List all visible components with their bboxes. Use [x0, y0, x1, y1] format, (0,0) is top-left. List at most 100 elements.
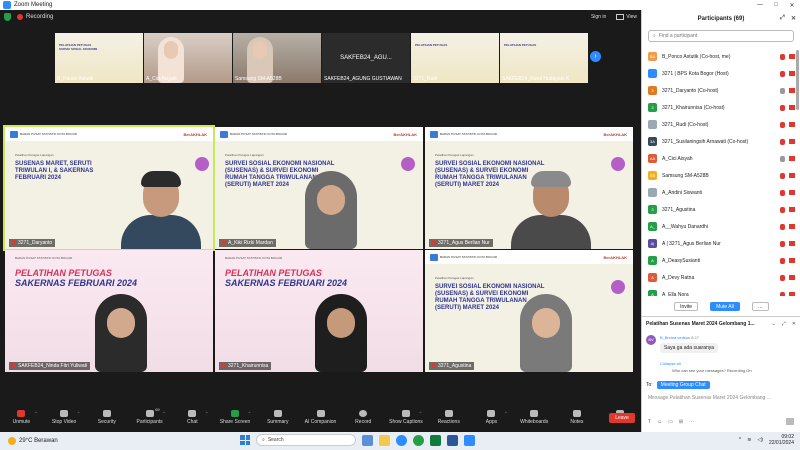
thumbnail-tile[interactable]: PELATIHAN PETUGAS 3271_Rudi: [411, 33, 499, 83]
slide-header: BADAN PUSAT STATISTIK KOTA BOGOR BerAKHL…: [215, 127, 423, 141]
maximize-button[interactable]: □: [768, 2, 784, 9]
participant-row[interactable]: 3 3271_Khairunnisa (Co-host): [642, 99, 800, 116]
slide-subtitle: Pelatihan Petugas Lapangan: [435, 153, 474, 157]
who-can-see-link[interactable]: Who can see your messages? Recording On: [672, 368, 752, 373]
participant-avatar: AA: [648, 154, 657, 163]
muted-mic-icon: [780, 172, 785, 179]
word-icon[interactable]: [447, 434, 458, 446]
pop-out-icon[interactable]: ⤢: [780, 15, 785, 22]
participants-scrollbar[interactable]: [796, 50, 799, 110]
video-tile[interactable]: BADAN PUSAT STATISTIK KOTA BOGOR PELATIH…: [215, 250, 423, 372]
next-page-button[interactable]: ›: [590, 51, 601, 62]
chevron-up-icon[interactable]: ^: [739, 437, 741, 443]
encryption-shield-icon[interactable]: [4, 13, 11, 21]
show-captions-button[interactable]: Show Captions ^: [385, 405, 428, 429]
windows-start-icon[interactable]: [240, 435, 250, 445]
video-tile[interactable]: BADAN PUSAT STATISTIK KOTA BOGOR BerAKHL…: [425, 250, 633, 372]
thumbnail-tile[interactable]: SAKFEB24_AGU... SAKFEB24_AGUNG GUSTIAWAN: [322, 33, 410, 83]
participant-search-input[interactable]: ⌕ Find a participant: [648, 30, 794, 42]
clock[interactable]: 09:02 22/01/2024: [769, 434, 794, 446]
thumbnail-tile[interactable]: Samsung SM-A528B: [233, 33, 321, 83]
participant-row[interactable]: 3271_Rudi (Co-host): [642, 116, 800, 133]
participant-row[interactable]: BA B_Ponco Astutik (Co-host, me): [642, 48, 800, 65]
task-view-icon[interactable]: [362, 434, 373, 446]
chrome-browser-icon[interactable]: [413, 434, 424, 446]
chevron-up-icon[interactable]: ^: [206, 410, 208, 415]
leave-button[interactable]: Leave: [609, 413, 635, 423]
chevron-down-icon[interactable]: ⌄: [772, 321, 776, 327]
screenshot-icon[interactable]: ⊞: [679, 419, 683, 425]
participant-row[interactable]: 3 3271_Agustina: [642, 201, 800, 218]
participant-row[interactable]: 3271 | BPS Kota Bogor (Host): [642, 65, 800, 82]
participants-button[interactable]: Participants 69 ^: [128, 405, 171, 429]
chevron-up-icon[interactable]: ^: [78, 410, 80, 415]
view-button[interactable]: View: [616, 14, 637, 20]
edge-browser-icon[interactable]: [396, 434, 407, 446]
participant-row[interactable]: 3A 3271_Susilaningsih Arnawati (Co-host): [642, 133, 800, 150]
taskbar-search[interactable]: ⌕ Search: [256, 434, 356, 446]
invite-button[interactable]: Invite: [674, 301, 699, 311]
attach-file-icon[interactable]: ▭: [668, 419, 673, 425]
weather-widget[interactable]: 29°C Berawan: [8, 437, 58, 445]
video-tile[interactable]: BADAN PUSAT STATISTIK KOTA BOGOR BerAKHL…: [215, 127, 423, 249]
excel-icon[interactable]: [430, 434, 441, 446]
file-explorer-icon[interactable]: [379, 434, 390, 446]
video-tile[interactable]: BADAN PUSAT STATISTIK KOTA BOGOR BerAKHL…: [425, 127, 633, 249]
record-button[interactable]: Record: [342, 405, 385, 429]
ai-companion-button[interactable]: AI Companion: [299, 405, 342, 429]
more-options-button[interactable]: …: [751, 301, 769, 311]
chevron-up-icon[interactable]: ^: [163, 410, 165, 415]
reactions-button[interactable]: Reactions: [427, 405, 470, 429]
speaker-icon[interactable]: ◁): [757, 437, 763, 443]
slide-badge-icon: [611, 157, 625, 171]
format-icon[interactable]: T: [648, 419, 651, 425]
video-tile[interactable]: BADAN PUSAT STATISTIK KOTA BOGOR BerAKHL…: [3, 125, 215, 251]
stop-video-button[interactable]: Stop Video ^: [43, 405, 86, 429]
close-window-button[interactable]: ✕: [784, 2, 800, 9]
participant-row[interactable]: A A_Devy Ratna: [642, 269, 800, 286]
pop-out-icon[interactable]: ⤢: [782, 321, 786, 327]
share-screen-button[interactable]: Share Screen ^: [214, 405, 257, 429]
notes-button[interactable]: Notes: [556, 405, 599, 429]
unmute-button[interactable]: Unmute ^: [0, 405, 43, 429]
muted-mic-icon: [780, 138, 785, 145]
thumbnail-tile[interactable]: PELATIHAN PETUGAS SURVEI SOSIAL EKONOMI …: [55, 33, 143, 83]
chat-button[interactable]: Chat ^: [171, 405, 214, 429]
participants-title: Participants (69): [697, 16, 745, 22]
chevron-up-icon[interactable]: ^: [249, 410, 251, 415]
recording-label: Recording: [26, 14, 54, 20]
summary-button[interactable]: Summary: [256, 405, 299, 429]
wifi-icon[interactable]: ≋: [747, 437, 751, 443]
chevron-up-icon[interactable]: ^: [35, 410, 37, 415]
participant-row[interactable]: A A_DeasySusianti: [642, 252, 800, 269]
mute-all-button[interactable]: Mute All: [710, 301, 740, 311]
chat-message-input[interactable]: Message Pelatihan Susenas Maret 2024 Gel…: [648, 395, 771, 401]
participant-row[interactable]: AA A_Cici Aisyah: [642, 150, 800, 167]
close-chat-icon[interactable]: ✕: [792, 321, 796, 327]
send-icon[interactable]: [786, 418, 794, 425]
collapse-all-link[interactable]: Collapse all: [660, 361, 681, 366]
participant-name: A__Wahyu Danardhi: [662, 223, 708, 230]
thumbnail-tile[interactable]: A_Cici Aisyah: [144, 33, 232, 83]
emoji-icon[interactable]: ☺: [657, 419, 662, 425]
more-dots-icon[interactable]: ⋯: [689, 419, 694, 425]
chevron-up-icon[interactable]: ^: [505, 410, 507, 415]
recipient-dropdown[interactable]: Meeting Group Chat: [656, 381, 710, 389]
video-tile[interactable]: BADAN PUSAT STATISTIK KOTA BOGOR PELATIH…: [5, 250, 213, 372]
security-button[interactable]: Security: [85, 405, 128, 429]
whiteboards-button[interactable]: Whiteboards: [513, 405, 556, 429]
participants-panel: Participants (69) ⤢ ✕ ⌕ Find a participa…: [641, 10, 800, 316]
apps-button[interactable]: Apps ^: [470, 405, 513, 429]
sign-in-button[interactable]: Sign in: [591, 14, 606, 20]
chevron-up-icon[interactable]: ^: [419, 410, 421, 415]
participant-row[interactable]: 3 3271_Daryanto (Co-host): [642, 82, 800, 99]
close-panel-icon[interactable]: ✕: [791, 15, 796, 22]
participant-row[interactable]: A| A | 3271_Agus Berlian Nur: [642, 235, 800, 252]
participant-row[interactable]: A A_Ella Nora: [642, 286, 800, 296]
participant-row[interactable]: A_Andini Siswanti: [642, 184, 800, 201]
thumbnail-tile[interactable]: PELATIHAN PETUGAS SAKFEB24_Nurul Hudayan…: [500, 33, 588, 83]
participant-row[interactable]: A_ A__Wahyu Danardhi: [642, 218, 800, 235]
participant-row[interactable]: SS Samsung SM-A528B: [642, 167, 800, 184]
minimize-button[interactable]: —: [752, 2, 768, 9]
zoom-taskbar-icon[interactable]: [464, 434, 475, 446]
